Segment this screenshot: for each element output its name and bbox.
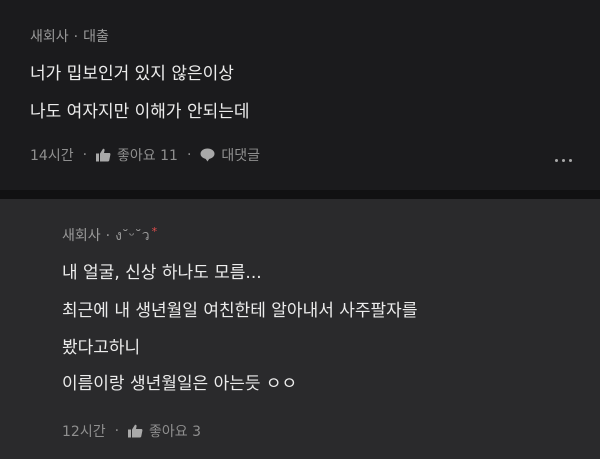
separator-dot: · bbox=[73, 29, 79, 45]
comment-author-line: 새회사 · 대출 bbox=[30, 26, 109, 46]
separator-dot: · bbox=[186, 147, 192, 163]
comment-text-line: 나도 여자지만 이해가 안되는데 bbox=[30, 102, 250, 122]
comment-text-line: 봤다고하니 bbox=[62, 338, 141, 358]
comment-meta: 12시간 · 좋아요 3 bbox=[62, 421, 201, 441]
comment-divider bbox=[0, 190, 600, 199]
separator-dot: · bbox=[82, 147, 88, 163]
separator-dot: · bbox=[105, 228, 111, 244]
more-dots-icon[interactable] bbox=[555, 159, 572, 162]
comment-meta: 14시간 · 좋아요 11 · 대댓글 bbox=[30, 145, 260, 165]
reply-button[interactable]: 대댓글 bbox=[221, 145, 260, 165]
author-extra: ง˘ᵕ˘ว bbox=[115, 228, 150, 244]
like-button[interactable]: 좋아요 11 bbox=[117, 145, 178, 165]
timestamp: 12시간 bbox=[62, 424, 106, 440]
timestamp: 14시간 bbox=[30, 148, 74, 164]
comment: 새회사 · 대출 너가 밉보인거 있지 않은이상 나도 여자지만 이해가 안되는데 … bbox=[0, 0, 600, 190]
comment-text-line: 너가 밉보인거 있지 않은이상 bbox=[30, 64, 234, 84]
author-extra: 대출 bbox=[83, 29, 109, 45]
comment-author-line: 새회사 · ง˘ᵕ˘ว * bbox=[62, 225, 157, 247]
thumbs-up-icon[interactable] bbox=[128, 424, 143, 438]
comment-text-line: 이름이랑 생년월일은 아는듯 ㅇㅇ bbox=[62, 374, 298, 394]
author-name[interactable]: 새회사 bbox=[62, 228, 101, 244]
badge-star-icon: * bbox=[151, 225, 158, 238]
reply-comment: 새회사 · ง˘ᵕ˘ว * 내 얼굴, 신상 하나도 모름... 최근에 내 생년월일… bbox=[0, 199, 600, 459]
separator-dot: · bbox=[114, 423, 120, 439]
like-button[interactable]: 좋아요 3 bbox=[149, 421, 201, 441]
author-name[interactable]: 새회사 bbox=[30, 29, 69, 45]
comment-text-line: 내 얼굴, 신상 하나도 모름... bbox=[62, 263, 262, 283]
thumbs-up-icon[interactable] bbox=[96, 148, 111, 162]
comment-text-line: 최근에 내 생년월일 여친한테 알아내서 사주팔자를 bbox=[62, 301, 418, 321]
speech-bubble-icon[interactable] bbox=[200, 148, 215, 162]
